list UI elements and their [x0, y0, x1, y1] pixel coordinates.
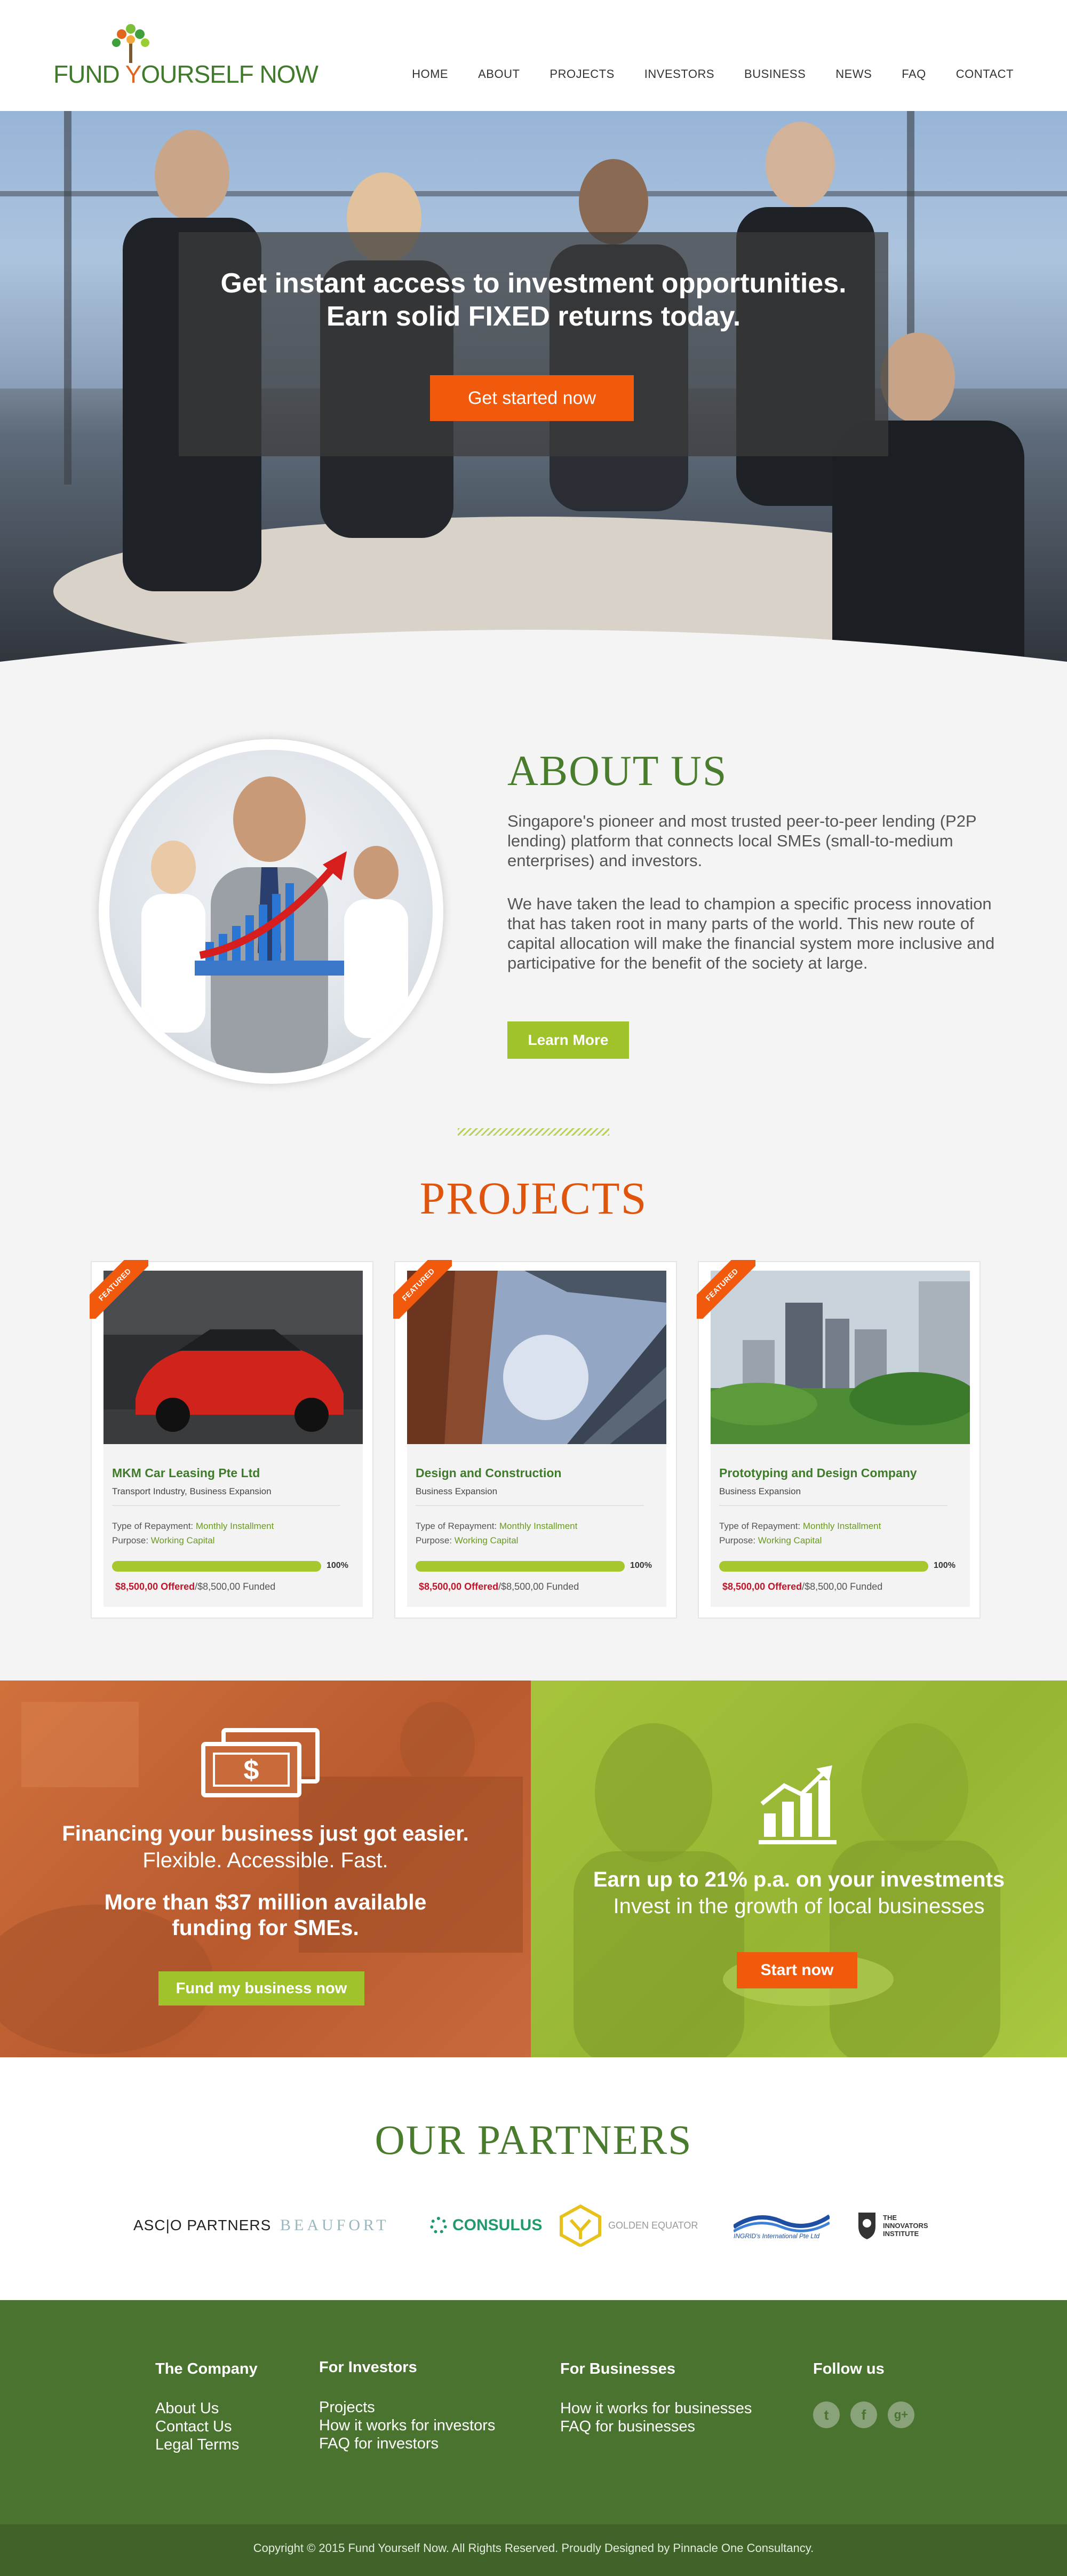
business-promo-headline: Financing your business just got easier. [62, 1822, 469, 1845]
about-paragraph-2: We have taken the lead to champion a spe… [507, 894, 995, 972]
project-progress-bar [416, 1561, 625, 1572]
footer-link-contact[interactable]: Contact Us [155, 2418, 232, 2436]
footer-link-how-investors[interactable]: How it works for investors [319, 2416, 495, 2435]
footer-investors-heading: For Investors [319, 2359, 417, 2376]
footer-business-heading: For Businesses [560, 2360, 675, 2377]
project-percent: 100% [630, 1561, 652, 1570]
learn-more-button[interactable]: Learn More [507, 1021, 629, 1059]
site-header [0, 0, 1067, 111]
start-now-button[interactable]: Start now [737, 1952, 857, 1988]
footer-link-how-businesses[interactable]: How it works for businesses [560, 2399, 752, 2418]
hero-overlay [179, 232, 888, 456]
nav-investors[interactable]: INVESTORS [630, 67, 729, 81]
hero-line-2: Earn solid FIXED returns today. [326, 301, 741, 332]
svg-text:$: $ [244, 1755, 259, 1786]
project-card[interactable]: FEATURED Prototyping and Design Company … [697, 1260, 981, 1619]
footer-company-heading: The Company [155, 2360, 258, 2377]
partner-logo-consulus[interactable]: CONSULUS [430, 2204, 542, 2247]
project-repayment: Type of Repayment: Monthly Installment [416, 1521, 578, 1531]
about-paragraph-1: Singapore's pioneer and most trusted pee… [507, 812, 977, 870]
project-divider [719, 1505, 947, 1506]
nav-news[interactable]: NEWS [821, 67, 887, 81]
site-logo[interactable]: FUND YOURSELF NOW [53, 60, 318, 89]
project-purpose: Purpose: Working Capital [112, 1535, 215, 1545]
featured-ribbon: FEATURED [393, 1260, 452, 1319]
nav-contact[interactable]: CONTACT [941, 67, 1014, 81]
project-funding: $8,500,00 Offered/$8,500,00 Funded [115, 1581, 276, 1592]
nav-business[interactable]: BUSINESS [729, 67, 821, 81]
partner-logo-ascio[interactable]: ASC|O PARTNERS [133, 2204, 271, 2247]
project-percent: 100% [327, 1561, 348, 1570]
partner-logo-ingrids[interactable]: INGRID's International Pte Ltd [734, 2204, 830, 2247]
project-card[interactable]: FEATURED MKM Car Leasing Pte Ltd Transpo… [90, 1260, 373, 1619]
innovators-shield-icon [858, 2213, 875, 2239]
investor-promo-tagline: Invest in the growth of local businesses [613, 1895, 985, 1918]
project-card[interactable]: FEATURED Design and Construction Busines… [393, 1260, 677, 1619]
featured-ribbon: FEATURED [697, 1260, 755, 1319]
featured-ribbon: FEATURED [90, 1260, 148, 1319]
hero-headline: Get instant access to investment opportu… [179, 267, 888, 333]
project-purpose: Purpose: Working Capital [719, 1535, 822, 1545]
partner-logo-beaufort[interactable]: BEAUFORT [280, 2204, 389, 2247]
partners-title: OUR PARTNERS [375, 2117, 692, 2163]
footer-follow-heading: Follow us [813, 2360, 885, 2377]
footer-link-faq-investors[interactable]: FAQ for investors [319, 2435, 439, 2453]
consulus-icon [430, 2217, 447, 2234]
project-funding: $8,500,00 Offered/$8,500,00 Funded [722, 1581, 883, 1592]
get-started-button[interactable]: Get started now [430, 375, 634, 421]
nav-home[interactable]: HOME [397, 67, 463, 81]
partner-logo-innovators[interactable]: THE INNOVATORS INSTITUTE [856, 2204, 931, 2247]
footer-link-legal[interactable]: Legal Terms [155, 2436, 239, 2454]
project-subtitle: Business Expansion [416, 1486, 498, 1496]
project-purpose: Purpose: Working Capital [416, 1535, 519, 1545]
main-nav: HOME ABOUT PROJECTS INVESTORS BUSINESS N… [397, 67, 1014, 81]
footer-link-projects[interactable]: Projects [319, 2398, 375, 2416]
business-promo-tagline: Flexible. Accessible. Fast. [142, 1849, 388, 1872]
project-percent: 100% [934, 1561, 955, 1570]
nav-faq[interactable]: FAQ [887, 67, 941, 81]
project-divider [416, 1505, 644, 1506]
about-businessman-image [109, 750, 433, 1073]
twitter-icon[interactable]: t [813, 2401, 840, 2428]
project-repayment: Type of Repayment: Monthly Installment [719, 1521, 881, 1531]
money-icon: $ [201, 1728, 320, 1797]
hero-line-1: Get instant access to investment opportu… [220, 268, 847, 299]
logo-tree-icon [112, 24, 149, 63]
google-plus-icon[interactable]: g+ [888, 2401, 914, 2428]
growth-chart-icon [759, 1765, 837, 1844]
partner-logo-golden-equator[interactable]: GOLDEN EQUATOR [559, 2204, 698, 2247]
section-divider [458, 1128, 609, 1136]
project-subtitle: Transport Industry, Business Expansion [112, 1486, 272, 1496]
nav-projects[interactable]: PROJECTS [535, 67, 629, 81]
project-subtitle: Business Expansion [719, 1486, 801, 1496]
copyright-text: Copyright © 2015 Fund Yourself Now. All … [253, 2541, 814, 2555]
project-divider [112, 1505, 340, 1506]
project-funding: $8,500,00 Offered/$8,500,00 Funded [419, 1581, 579, 1592]
facebook-icon[interactable]: f [850, 2401, 877, 2428]
hero-bottom-curve [0, 630, 1067, 699]
project-repayment: Type of Repayment: Monthly Installment [112, 1521, 274, 1531]
about-title: ABOUT US [507, 748, 728, 795]
project-name[interactable]: Prototyping and Design Company [719, 1466, 917, 1480]
ingrids-wave-icon [734, 2214, 830, 2232]
fund-my-business-button[interactable]: Fund my business now [158, 1971, 364, 2006]
investor-promo-headline: Earn up to 21% p.a. on your investments [593, 1868, 1005, 1891]
project-progress-bar [719, 1561, 928, 1572]
project-name[interactable]: MKM Car Leasing Pte Ltd [112, 1466, 260, 1480]
business-promo-funding: More than $37 million available funding … [104, 1890, 427, 1940]
project-name[interactable]: Design and Construction [416, 1466, 561, 1480]
footer-link-about[interactable]: About Us [155, 2399, 219, 2418]
project-progress-bar [112, 1561, 321, 1572]
footer-link-faq-businesses[interactable]: FAQ for businesses [560, 2418, 695, 2436]
partners-section [0, 2057, 1067, 2300]
projects-title: PROJECTS [419, 1172, 648, 1224]
nav-about[interactable]: ABOUT [463, 67, 535, 81]
golden-equator-icon [560, 2204, 601, 2247]
